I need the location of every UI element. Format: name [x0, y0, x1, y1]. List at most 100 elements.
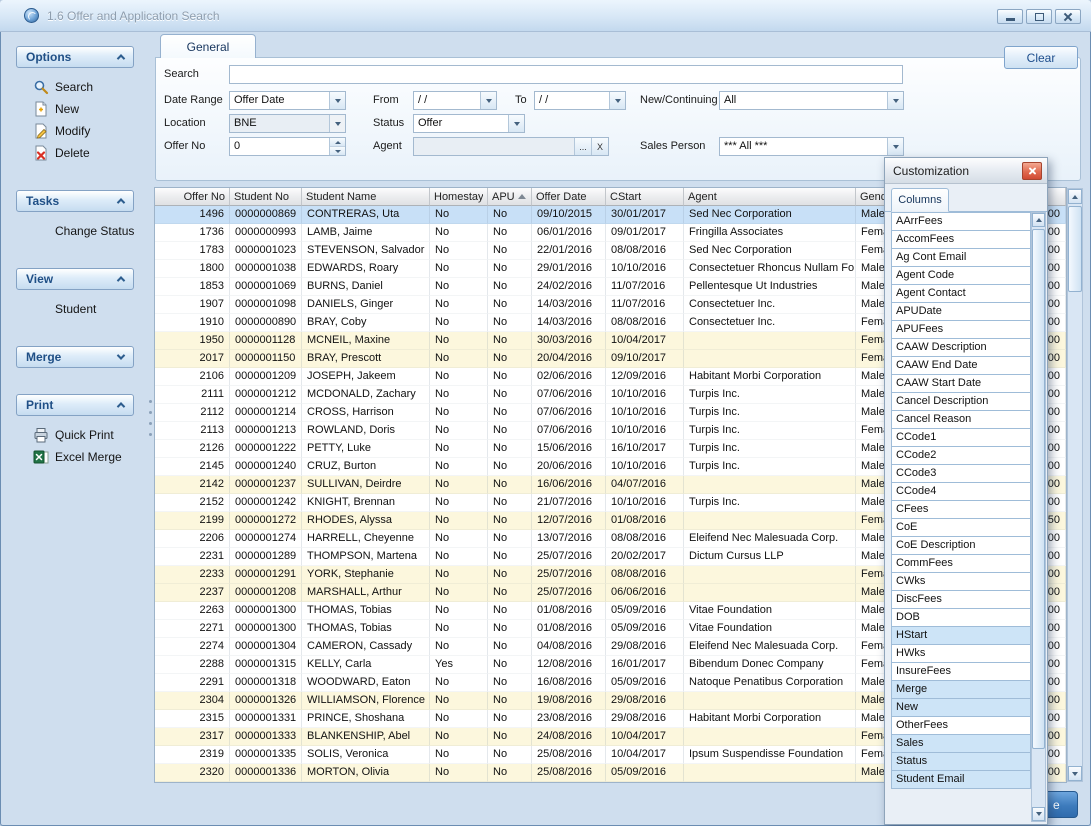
customization-item-sales[interactable]: Sales	[891, 734, 1031, 753]
sidebar-splitter[interactable]	[147, 396, 154, 440]
agent-field[interactable]: ... X	[413, 137, 609, 156]
sidebar-group-header-merge[interactable]: Merge	[16, 346, 134, 368]
spin-up-icon[interactable]	[330, 138, 345, 146]
customization-item-ccode1[interactable]: CCode1	[891, 428, 1031, 447]
chevron-down-icon[interactable]	[329, 92, 345, 109]
customization-item-student-email[interactable]: Student Email	[891, 770, 1031, 789]
customization-item-caaw-start-date[interactable]: CAAW Start Date	[891, 374, 1031, 393]
agent-browse-button[interactable]: ...	[574, 138, 591, 155]
to-date-input[interactable]: / /	[534, 91, 626, 110]
customization-item-ag-cont-email[interactable]: Ag Cont Email	[891, 248, 1031, 267]
clear-button[interactable]: Clear	[1004, 46, 1078, 69]
scroll-down-icon[interactable]	[1068, 766, 1082, 781]
column-header-agent[interactable]: Agent	[684, 188, 856, 206]
sidebar-item-student[interactable]: Student	[0, 298, 150, 320]
scroll-thumb[interactable]	[1032, 229, 1045, 749]
maximize-button[interactable]	[1026, 9, 1052, 24]
chevron-down-icon[interactable]	[508, 115, 524, 132]
chevron-up-icon[interactable]	[114, 194, 128, 208]
column-header-cstart[interactable]: CStart	[606, 188, 684, 206]
from-date-input[interactable]: / /	[413, 91, 497, 110]
status-select[interactable]: Offer	[413, 114, 525, 133]
customization-item-merge[interactable]: Merge	[891, 680, 1031, 699]
customization-scrollbar[interactable]	[1031, 212, 1046, 822]
scroll-up-icon[interactable]	[1032, 213, 1045, 227]
cell-student-name: BURNS, Daniel	[302, 278, 430, 296]
customization-item-dob[interactable]: DOB	[891, 608, 1031, 627]
sales-person-select[interactable]: *** All ***	[719, 137, 904, 156]
customization-item-cfees[interactable]: CFees	[891, 500, 1031, 519]
sidebar-item-new[interactable]: New	[0, 98, 150, 120]
chevron-down-icon[interactable]	[887, 92, 903, 109]
customization-item-apufees[interactable]: APUFees	[891, 320, 1031, 339]
location-select[interactable]: BNE	[229, 114, 346, 133]
sidebar-item-change-status[interactable]: Change Status	[0, 220, 150, 242]
column-header-apu[interactable]: APU	[488, 188, 532, 206]
chevron-up-icon[interactable]	[114, 272, 128, 286]
customization-item-ccode4[interactable]: CCode4	[891, 482, 1031, 501]
customization-item-new[interactable]: New	[891, 698, 1031, 717]
chevron-up-icon[interactable]	[114, 50, 128, 64]
column-header-offer-no[interactable]: Offer No	[155, 188, 230, 206]
scroll-down-icon[interactable]	[1032, 807, 1045, 821]
customization-item-caaw-end-date[interactable]: CAAW End Date	[891, 356, 1031, 375]
chevron-down-icon[interactable]	[480, 92, 496, 109]
customization-item-discfees[interactable]: DiscFees	[891, 590, 1031, 609]
new-continuing-select[interactable]: All	[719, 91, 904, 110]
spin-down-icon[interactable]	[330, 146, 345, 155]
sidebar-group-header-tasks[interactable]: Tasks	[16, 190, 134, 212]
minimize-button[interactable]	[997, 9, 1023, 24]
customization-item-agent-code[interactable]: Agent Code	[891, 266, 1031, 285]
sidebar-item-search[interactable]: Search	[0, 76, 150, 98]
sidebar-item-delete[interactable]: Delete	[0, 142, 150, 164]
customization-item-cancel-description[interactable]: Cancel Description	[891, 392, 1031, 411]
chevron-down-icon[interactable]	[114, 350, 128, 364]
customization-item-otherfees[interactable]: OtherFees	[891, 716, 1031, 735]
sidebar-group-header-view[interactable]: View	[16, 268, 134, 290]
cell-student-name: CAMERON, Cassady	[302, 638, 430, 656]
dialog-close-button[interactable]	[1022, 162, 1042, 180]
customization-item-ccode2[interactable]: CCode2	[891, 446, 1031, 465]
column-header-offer-date[interactable]: Offer Date	[532, 188, 606, 206]
customization-item-ccode3[interactable]: CCode3	[891, 464, 1031, 483]
customization-item-status[interactable]: Status	[891, 752, 1031, 771]
sidebar-group-header-options[interactable]: Options	[16, 46, 134, 68]
offer-no-stepper[interactable]: 0	[229, 137, 346, 156]
customization-item-coe[interactable]: CoE	[891, 518, 1031, 537]
column-header-student-name[interactable]: Student Name	[302, 188, 430, 206]
grid-vertical-scrollbar[interactable]	[1067, 188, 1083, 782]
customization-item-apudate[interactable]: APUDate	[891, 302, 1031, 321]
customization-item-caaw-description[interactable]: CAAW Description	[891, 338, 1031, 357]
tab-general[interactable]: General	[160, 34, 256, 58]
customization-item-coe-description[interactable]: CoE Description	[891, 536, 1031, 555]
customization-titlebar[interactable]: Customization	[885, 158, 1047, 184]
cell-apu: No	[488, 692, 532, 710]
scroll-up-icon[interactable]	[1068, 189, 1082, 204]
close-button[interactable]	[1055, 9, 1081, 24]
customization-item-accomfees[interactable]: AccomFees	[891, 230, 1031, 249]
customization-item-cancel-reason[interactable]: Cancel Reason	[891, 410, 1031, 429]
date-range-select[interactable]: Offer Date	[229, 91, 346, 110]
spinner-buttons[interactable]	[329, 138, 345, 155]
sidebar-item-quick-print[interactable]: Quick Print	[0, 424, 150, 446]
customization-item-commfees[interactable]: CommFees	[891, 554, 1031, 573]
customization-item-hstart[interactable]: HStart	[891, 626, 1031, 645]
chevron-down-icon[interactable]	[887, 138, 903, 155]
customization-item-aarrfees[interactable]: AArrFees	[891, 212, 1031, 231]
search-input[interactable]	[229, 65, 903, 84]
tab-columns[interactable]: Columns	[891, 188, 949, 212]
sidebar-item-modify[interactable]: Modify	[0, 120, 150, 142]
sidebar-item-excel-merge[interactable]: Excel Merge	[0, 446, 150, 468]
chevron-down-icon[interactable]	[329, 115, 345, 132]
customization-item-insurefees[interactable]: InsureFees	[891, 662, 1031, 681]
agent-clear-button[interactable]: X	[591, 138, 608, 155]
chevron-up-icon[interactable]	[114, 398, 128, 412]
customization-item-hwks[interactable]: HWks	[891, 644, 1031, 663]
customization-item-agent-contact[interactable]: Agent Contact	[891, 284, 1031, 303]
column-header-student-no[interactable]: Student No	[230, 188, 302, 206]
sidebar-group-header-print[interactable]: Print	[16, 394, 134, 416]
chevron-down-icon[interactable]	[609, 92, 625, 109]
column-header-homestay[interactable]: Homestay	[430, 188, 488, 206]
scroll-thumb[interactable]	[1068, 206, 1082, 292]
customization-item-cwks[interactable]: CWks	[891, 572, 1031, 591]
